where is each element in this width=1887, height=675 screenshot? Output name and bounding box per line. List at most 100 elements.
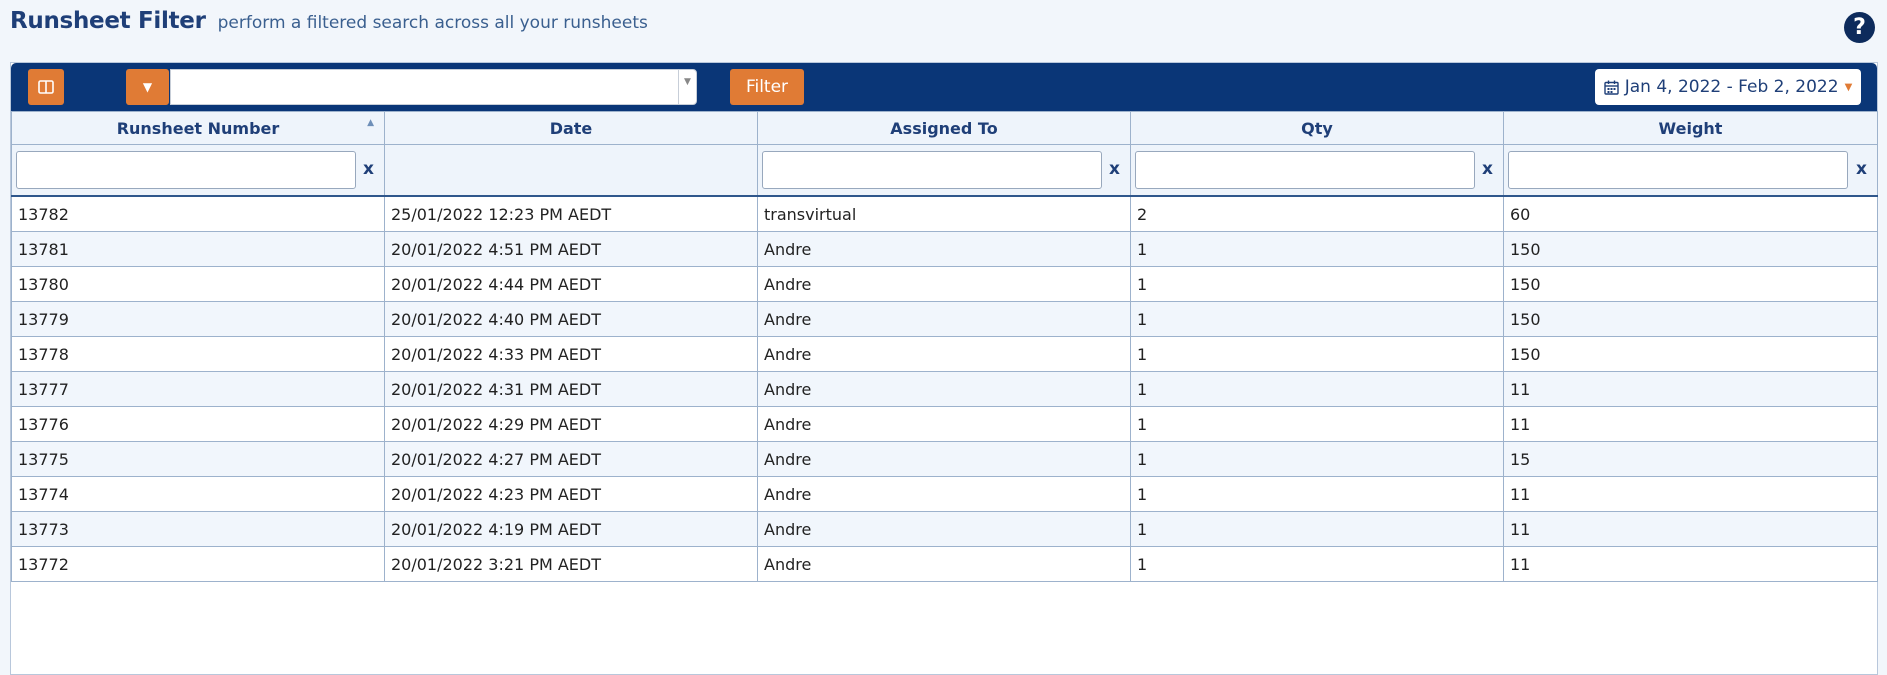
cell-runsheet-number: 13777 (11, 371, 385, 407)
cell-weight: 11 (1503, 511, 1878, 547)
column-header-label: Runsheet Number (116, 118, 280, 138)
search-input[interactable] (171, 70, 687, 102)
filter-cell-weight: x (1503, 144, 1878, 197)
caret-down-icon: ▼ (1844, 81, 1853, 93)
cell-date: 20/01/2022 4:19 PM AEDT (384, 511, 758, 547)
cell-weight: 11 (1503, 406, 1878, 442)
cell-qty: 1 (1130, 336, 1504, 372)
filter-row: x x x x (11, 144, 1878, 197)
table-row[interactable]: 13778 20/01/2022 4:33 PM AEDT Andre 1 150 (11, 336, 1878, 372)
cell-weight: 11 (1503, 371, 1878, 407)
column-header-date[interactable]: Date (384, 111, 758, 145)
cell-weight: 150 (1503, 301, 1878, 337)
cell-qty: 2 (1130, 195, 1504, 232)
search-dropdown-toggle[interactable]: ▼ (678, 70, 696, 104)
cell-qty: 1 (1130, 371, 1504, 407)
filter-cell-assigned-to: x (757, 144, 1131, 197)
cell-assigned-to: Andre (757, 266, 1131, 302)
cell-date: 20/01/2022 4:23 PM AEDT (384, 476, 758, 512)
sort-asc-icon: ▲ (367, 118, 374, 128)
filter-cell-date (384, 144, 758, 197)
runsheet-table: Runsheet Number ▲ Date Assigned To Qty W… (11, 111, 1878, 582)
column-header-label: Date (549, 118, 593, 138)
cell-runsheet-number: 13778 (11, 336, 385, 372)
cell-assigned-to: Andre (757, 476, 1131, 512)
table-row[interactable]: 13777 20/01/2022 4:31 PM AEDT Andre 1 11 (11, 371, 1878, 407)
date-range-picker[interactable]: Jan 4, 2022 - Feb 2, 2022 ▼ (1595, 69, 1861, 105)
runsheet-number-filter-input[interactable] (16, 151, 356, 189)
column-header-qty[interactable]: Qty (1130, 111, 1504, 145)
cell-assigned-to: Andre (757, 546, 1131, 582)
cell-weight: 150 (1503, 266, 1878, 302)
search-options-dropdown-button[interactable]: ▼ (126, 69, 169, 105)
cell-weight: 60 (1503, 195, 1878, 232)
cell-date: 20/01/2022 4:29 PM AEDT (384, 406, 758, 442)
column-chooser-button[interactable] (28, 69, 64, 105)
table-row[interactable]: 13776 20/01/2022 4:29 PM AEDT Andre 1 11 (11, 406, 1878, 442)
search-box: ▼ (170, 69, 697, 105)
page-header: Runsheet Filter perform a filtered searc… (10, 8, 648, 40)
cell-assigned-to: Andre (757, 231, 1131, 267)
cell-date: 20/01/2022 4:27 PM AEDT (384, 441, 758, 477)
cell-runsheet-number: 13773 (11, 511, 385, 547)
table-row[interactable]: 13775 20/01/2022 4:27 PM AEDT Andre 1 15 (11, 441, 1878, 477)
table-row[interactable]: 13772 20/01/2022 3:21 PM AEDT Andre 1 11 (11, 546, 1878, 582)
cell-runsheet-number: 13780 (11, 266, 385, 302)
assigned-to-filter-input[interactable] (762, 151, 1102, 189)
table-row[interactable]: 13779 20/01/2022 4:40 PM AEDT Andre 1 150 (11, 301, 1878, 337)
qty-filter-input[interactable] (1135, 151, 1475, 189)
column-header-weight[interactable]: Weight (1503, 111, 1878, 145)
cell-qty: 1 (1130, 406, 1504, 442)
cell-date: 20/01/2022 4:44 PM AEDT (384, 266, 758, 302)
column-header-label: Assigned To (890, 118, 998, 138)
cell-date: 20/01/2022 3:21 PM AEDT (384, 546, 758, 582)
table-row[interactable]: 13782 25/01/2022 12:23 PM AEDT transvirtua… (11, 195, 1878, 232)
cell-qty: 1 (1130, 266, 1504, 302)
cell-date: 20/01/2022 4:33 PM AEDT (384, 336, 758, 372)
calendar-icon (1604, 80, 1619, 95)
table-row[interactable]: 13781 20/01/2022 4:51 PM AEDT Andre 1 150 (11, 231, 1878, 267)
cell-runsheet-number: 13776 (11, 406, 385, 442)
cell-assigned-to: Andre (757, 511, 1131, 547)
help-icon[interactable]: ? (1844, 12, 1875, 43)
cell-weight: 150 (1503, 231, 1878, 267)
cell-qty: 1 (1130, 476, 1504, 512)
cell-date: 20/01/2022 4:31 PM AEDT (384, 371, 758, 407)
column-header-assigned-to[interactable]: Assigned To (757, 111, 1131, 145)
cell-date: 20/01/2022 4:51 PM AEDT (384, 231, 758, 267)
cell-qty: 1 (1130, 301, 1504, 337)
filter-cell-qty: x (1130, 144, 1504, 197)
filter-cell-runsheet-number: x (11, 144, 385, 197)
clear-filter-button[interactable]: x (363, 159, 374, 179)
column-header-label: Weight (1658, 118, 1723, 138)
cell-date: 20/01/2022 4:40 PM AEDT (384, 301, 758, 337)
cell-qty: 1 (1130, 231, 1504, 267)
cell-runsheet-number: 13775 (11, 441, 385, 477)
cell-weight: 15 (1503, 441, 1878, 477)
caret-down-icon: ▼ (142, 80, 153, 94)
chevron-down-icon: ▼ (684, 77, 691, 87)
cell-qty: 1 (1130, 511, 1504, 547)
cell-runsheet-number: 13772 (11, 546, 385, 582)
clear-filter-button[interactable]: x (1482, 159, 1493, 179)
date-range-text: Jan 4, 2022 - Feb 2, 2022 (1624, 77, 1839, 97)
column-header-runsheet-number[interactable]: Runsheet Number ▲ (11, 111, 385, 145)
clear-filter-button[interactable]: x (1856, 159, 1867, 179)
filter-button[interactable]: Filter (730, 69, 804, 105)
column-header-label: Qty (1301, 118, 1333, 138)
cell-assigned-to: Andre (757, 336, 1131, 372)
columns-icon (38, 80, 54, 94)
cell-qty: 1 (1130, 546, 1504, 582)
weight-filter-input[interactable] (1508, 151, 1848, 189)
cell-runsheet-number: 13781 (11, 231, 385, 267)
page-subtitle: perform a filtered search across all you… (217, 13, 648, 33)
cell-assigned-to: Andre (757, 371, 1131, 407)
table-row[interactable]: 13780 20/01/2022 4:44 PM AEDT Andre 1 150 (11, 266, 1878, 302)
clear-filter-button[interactable]: x (1109, 159, 1120, 179)
page-title: Runsheet Filter (10, 8, 206, 34)
table-row[interactable]: 13773 20/01/2022 4:19 PM AEDT Andre 1 11 (11, 511, 1878, 547)
table-row[interactable]: 13774 20/01/2022 4:23 PM AEDT Andre 1 11 (11, 476, 1878, 512)
cell-weight: 11 (1503, 546, 1878, 582)
cell-assigned-to: Andre (757, 301, 1131, 337)
toolbar: ▼ ▼ Filter Jan 4, 2022 - Feb 2, 2022 ▼ (11, 63, 1877, 111)
